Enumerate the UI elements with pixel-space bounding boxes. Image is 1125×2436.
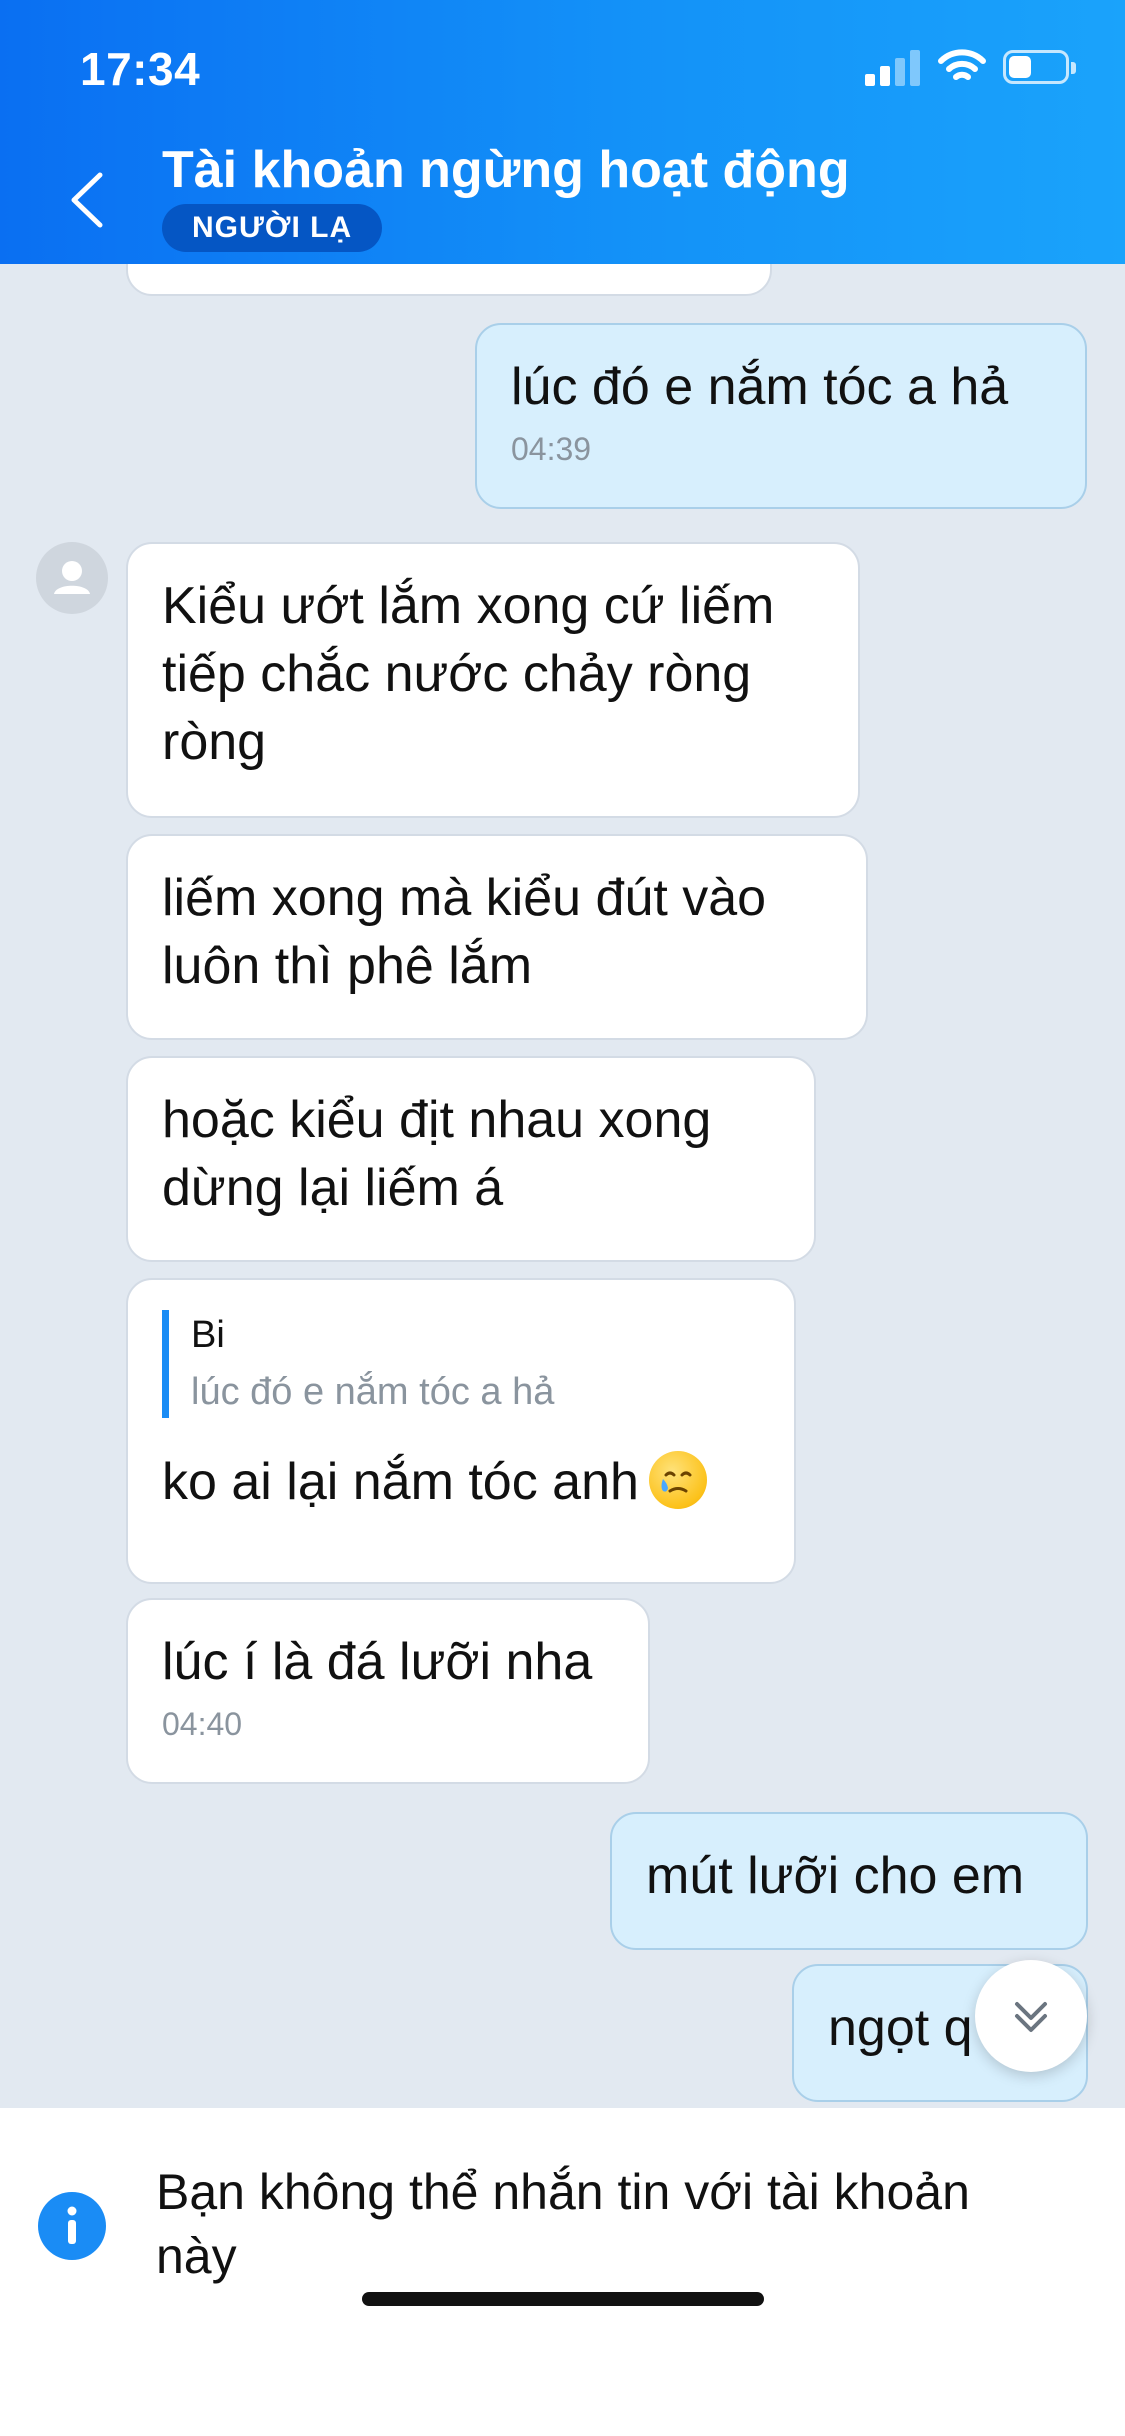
message-bubble-sent[interactable]: mút lưỡi cho em xyxy=(610,1812,1088,1950)
conversation-title[interactable]: Tài khoản ngừng hoạt động xyxy=(162,140,850,200)
status-time: 17:34 xyxy=(80,43,201,95)
message-text: lúc í là đá lưỡi nha xyxy=(162,1633,593,1691)
quoted-sender: Bi xyxy=(191,1314,225,1356)
chevron-left-icon xyxy=(71,172,103,228)
scroll-to-bottom-button[interactable] xyxy=(975,1960,1087,2072)
chat-header: 17:34 Tài khoản ngừng hoạt động NGƯỜI LẠ xyxy=(0,0,1125,264)
message-bubble-reply[interactable]: Bi lúc đó e nắm tóc a hả ko ai lại nắm t… xyxy=(126,1278,796,1584)
message-text: ko ai lại nắm tóc anh xyxy=(162,1453,639,1511)
user-silhouette-icon xyxy=(54,561,90,594)
message-bubble-received[interactable]: Kiểu ướt lắm xong cứ liếm tiếp chắc nước… xyxy=(126,542,860,818)
home-indicator[interactable] xyxy=(362,2292,764,2306)
back-button[interactable] xyxy=(60,165,120,235)
message-text: mút lưỡi cho em xyxy=(646,1847,1025,1905)
wifi-icon xyxy=(938,49,986,80)
message-text: Kiểu ướt lắm xong cứ liếm tiếp chắc nước… xyxy=(162,577,775,771)
message-content: ko ai lại nắm tóc anh xyxy=(162,1448,760,1516)
status-icons xyxy=(865,48,1085,88)
stranger-badge: NGƯỜI LẠ xyxy=(162,204,383,252)
message-text: hoặc kiểu địt nhau xong dừng lại liếm á xyxy=(162,1091,712,1217)
message-time: 04:39 xyxy=(511,431,592,467)
double-chevron-down-icon xyxy=(1015,2002,1047,2032)
message-bubble-received[interactable]: liếm xong mà kiểu đút vào luôn thì phê l… xyxy=(126,834,868,1040)
message-bubble-received[interactable]: hoặc kiểu địt nhau xong dừng lại liếm á xyxy=(126,1056,816,1262)
message-bubble-received[interactable]: lúc í là đá lưỡi nha 04:40 xyxy=(126,1598,650,1784)
messaging-disabled-notice: Bạn không thể nhắn tin với tài khoản này xyxy=(0,2108,1125,2436)
battery-icon xyxy=(1003,50,1076,84)
quoted-text: lúc đó e nắm tóc a hả xyxy=(191,1371,555,1413)
message-bubble-sent[interactable]: lúc đó e nắm tóc a hả 04:39 xyxy=(475,323,1087,509)
sender-avatar[interactable] xyxy=(36,542,108,614)
cellular-signal-icon xyxy=(865,48,921,86)
quoted-message[interactable]: Bi lúc đó e nắm tóc a hả xyxy=(162,1310,760,1418)
info-icon xyxy=(38,2192,106,2260)
message-text: lúc đó e nắm tóc a hả xyxy=(511,358,1009,416)
message-time: 04:40 xyxy=(162,1706,243,1742)
notice-text: Bạn không thể nhắn tin với tài khoản này xyxy=(156,2164,970,2284)
face-holding-back-tears-icon xyxy=(648,1451,707,1509)
message-text: liếm xong mà kiểu đút vào luôn thì phê l… xyxy=(162,869,767,995)
